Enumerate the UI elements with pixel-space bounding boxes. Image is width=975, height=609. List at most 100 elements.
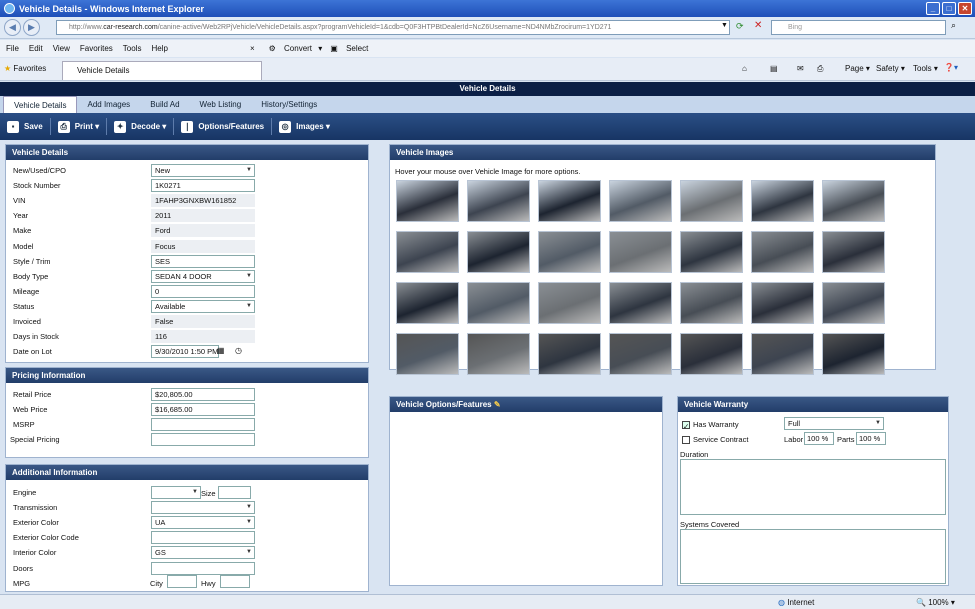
menu-help[interactable]: Help (151, 44, 167, 53)
minimize-button[interactable]: _ (926, 2, 940, 15)
browser-tab[interactable]: Vehicle Details (62, 61, 262, 80)
url-dropdown-icon[interactable]: ▼ (721, 22, 728, 29)
vehicle-image-thumbnail[interactable] (751, 282, 814, 324)
additional-field[interactable] (151, 531, 255, 545)
vehicle-detail-field[interactable]: SES (151, 254, 255, 268)
additional-field[interactable]: GS ▼ (151, 546, 255, 560)
vehicle-image-thumbnail[interactable] (538, 180, 601, 222)
vehicle-image-thumbnail[interactable] (751, 180, 814, 222)
vehicle-image-thumbnail[interactable] (680, 282, 743, 324)
vehicle-image-thumbnail[interactable] (609, 333, 672, 375)
vehicle-image-thumbnail[interactable] (396, 180, 459, 222)
vehicle-image-thumbnail[interactable] (467, 333, 530, 375)
vehicle-detail-field[interactable]: 1K0271 (151, 179, 255, 193)
vehicle-image-thumbnail[interactable] (467, 231, 530, 273)
favorites-button[interactable]: ★ Favorites (4, 64, 46, 73)
pricing-field[interactable] (151, 433, 255, 447)
tab-build-ad[interactable]: Build Ad (140, 96, 189, 113)
vehicle-detail-field[interactable]: 0 (151, 284, 255, 298)
vehicle-detail-field[interactable]: 9/30/2010 1:50 PM (151, 345, 219, 359)
city-input[interactable] (167, 575, 197, 588)
save-button[interactable]: ▪ Save (0, 118, 51, 135)
convert-button[interactable]: ⚙ Convert ▾ (269, 44, 323, 53)
vehicle-image-thumbnail[interactable] (396, 333, 459, 375)
feeds-icon[interactable]: ▤ (770, 64, 778, 73)
maximize-button[interactable]: □ (942, 2, 956, 15)
pricing-field[interactable] (151, 418, 255, 432)
additional-field[interactable]: ▼ (151, 486, 201, 499)
app-toolbar: ▪ Save ⎙ Print ▾ ✦ Decode ▾ ❘ Options/Featur… (0, 113, 975, 140)
tools-menu[interactable]: Tools ▾ (913, 64, 938, 73)
stop-icon[interactable]: ✕ (754, 20, 762, 31)
options-features-button[interactable]: ❘ Options/Features (174, 118, 273, 135)
vehicle-image-thumbnail[interactable] (822, 282, 885, 324)
menu-edit[interactable]: Edit (29, 44, 43, 53)
forward-icon[interactable]: ▶ (23, 19, 40, 36)
pricing-field[interactable]: $20,805.00 (151, 388, 255, 401)
zoom-level[interactable]: 🔍 100% ▾ (916, 598, 955, 607)
menu-favorites[interactable]: Favorites (80, 44, 113, 53)
print-icon[interactable]: ⎙ (817, 64, 823, 74)
vehicle-image-thumbnail[interactable] (609, 282, 672, 324)
search-input[interactable]: Bing (771, 20, 946, 35)
vehicle-image-thumbnail[interactable] (467, 180, 530, 222)
size-input[interactable] (218, 486, 251, 499)
vehicle-detail-field[interactable]: SEDAN 4 DOOR ▼ (151, 269, 255, 283)
calendar-icon[interactable]: ▦ (217, 346, 225, 355)
home-icon[interactable]: ⌂ (742, 64, 747, 73)
vehicle-detail-field[interactable]: Available ▼ (151, 299, 255, 313)
vehicle-image-thumbnail[interactable] (680, 333, 743, 375)
vehicle-image-thumbnail[interactable] (538, 231, 601, 273)
additional-field[interactable] (151, 561, 255, 575)
pencil-icon[interactable]: ✎ (494, 400, 501, 409)
pricing-field[interactable]: $16,685.00 (151, 403, 255, 417)
images-button[interactable]: ◎ Images ▾ (272, 118, 337, 135)
tab-vehicle-details[interactable]: Vehicle Details (3, 96, 78, 113)
service-contract-checkbox[interactable]: Service Contract (682, 435, 748, 445)
help-icon[interactable]: ❓▾ (944, 63, 958, 72)
print-button[interactable]: ⎙ Print ▾ (51, 118, 108, 135)
search-icon[interactable]: ⌕ (951, 20, 956, 31)
vehicle-image-thumbnail[interactable] (751, 231, 814, 273)
back-icon[interactable]: ◀ (4, 19, 21, 36)
refresh-icon[interactable]: ⟳ (736, 21, 744, 32)
vehicle-image-thumbnail[interactable] (822, 180, 885, 222)
systems-covered-textarea[interactable] (680, 529, 946, 584)
tab-add-images[interactable]: Add Images (77, 96, 140, 113)
vehicle-detail-field[interactable]: New ▼ (151, 164, 255, 177)
hwy-input[interactable] (220, 575, 250, 588)
close-button[interactable]: ✕ (958, 2, 972, 15)
vehicle-image-thumbnail[interactable] (467, 282, 530, 324)
additional-field[interactable]: UA ▼ (151, 516, 255, 530)
parts-input[interactable]: 100 % (856, 432, 886, 445)
additional-field[interactable]: ▼ (151, 501, 255, 515)
page-menu[interactable]: Page ▾ (845, 64, 870, 73)
tab-web-listing[interactable]: Web Listing (190, 96, 252, 113)
labor-input[interactable]: 100 % (804, 432, 834, 445)
warranty-type-select[interactable]: Full ▼ (784, 417, 884, 430)
select-button[interactable]: ▣ Select (330, 44, 372, 53)
vehicle-image-thumbnail[interactable] (396, 231, 459, 273)
menu-file[interactable]: File (6, 44, 19, 53)
has-warranty-checkbox[interactable]: ✓ Has Warranty (682, 420, 739, 431)
decode-button[interactable]: ✦ Decode ▾ (107, 118, 175, 135)
tab-history-settings[interactable]: History/Settings (251, 96, 327, 113)
mail-icon[interactable]: ✉ (797, 64, 804, 73)
vehicle-image-thumbnail[interactable] (609, 231, 672, 273)
menu-view[interactable]: View (53, 44, 70, 53)
duration-textarea[interactable] (680, 459, 946, 515)
vehicle-image-thumbnail[interactable] (680, 231, 743, 273)
vehicle-image-thumbnail[interactable] (538, 282, 601, 324)
close-toolbar-icon[interactable]: × (250, 44, 255, 53)
vehicle-image-thumbnail[interactable] (680, 180, 743, 222)
clock-icon[interactable]: ◷ (235, 346, 242, 355)
vehicle-image-thumbnail[interactable] (822, 333, 885, 375)
vehicle-image-thumbnail[interactable] (396, 282, 459, 324)
menu-tools[interactable]: Tools (123, 44, 142, 53)
vehicle-image-thumbnail[interactable] (538, 333, 601, 375)
vehicle-image-thumbnail[interactable] (609, 180, 672, 222)
url-input[interactable]: http://www.car-research.com/canine-activ… (56, 20, 730, 35)
safety-menu[interactable]: Safety ▾ (876, 64, 905, 73)
vehicle-image-thumbnail[interactable] (751, 333, 814, 375)
vehicle-image-thumbnail[interactable] (822, 231, 885, 273)
